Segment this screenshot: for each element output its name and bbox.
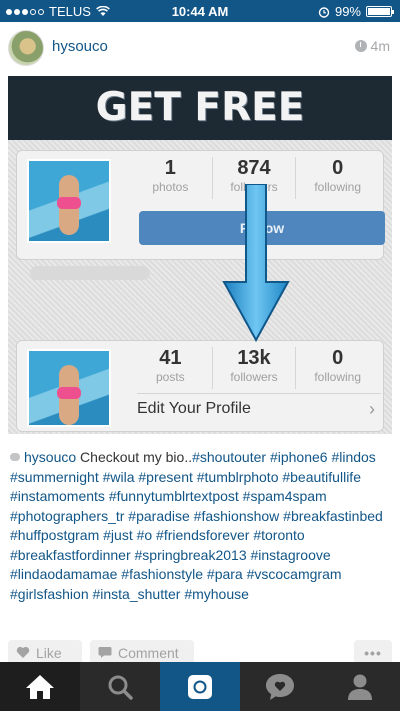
post-caption: hysouco Checkout my bio..#shoutouter #ip… — [10, 448, 392, 604]
post-time: 4m — [354, 38, 390, 54]
caption-username[interactable]: hysouco — [24, 449, 76, 465]
alarm-icon — [318, 6, 330, 18]
profile-card-after: 41 posts 13k followers 0 following Edit … — [16, 340, 384, 432]
tab-camera[interactable] — [160, 662, 240, 711]
chevron-right-icon: › — [369, 399, 375, 419]
tab-profile[interactable] — [320, 662, 400, 711]
avatar[interactable] — [8, 30, 44, 66]
stat-following: 0 following — [295, 347, 379, 389]
tab-activity[interactable] — [240, 662, 320, 711]
stats-after: 41 posts 13k followers 0 following — [129, 347, 379, 389]
post-photo[interactable]: GET FREE FOLLOWERS 1 photos 874 follower… — [8, 76, 392, 434]
arrow-down-icon — [222, 184, 290, 343]
caption-text: Checkout my bio.. — [80, 449, 193, 465]
post-time-label: 4m — [370, 38, 390, 54]
battery-icon — [366, 6, 394, 17]
tab-search[interactable] — [80, 662, 160, 711]
post-username[interactable]: hysouco — [52, 38, 108, 55]
comment-icon — [98, 647, 112, 658]
profile-thumbnail — [27, 159, 111, 243]
blurred-text — [30, 266, 150, 280]
comment-bubble-icon — [10, 453, 20, 461]
tab-home[interactable] — [0, 662, 80, 711]
home-icon — [26, 674, 54, 699]
tab-bar — [0, 662, 400, 711]
search-icon — [108, 675, 133, 700]
caption-hashtags[interactable]: #shoutouter #iphone6 #lindos #summernigh… — [10, 449, 383, 602]
heart-icon — [16, 646, 30, 658]
stat-followers: 13k followers — [211, 347, 296, 389]
status-bar: TELUS 10:44 AM 99% — [0, 0, 400, 22]
stat-following: 0 following — [295, 157, 379, 199]
profile-icon — [348, 674, 372, 700]
profile-thumbnail — [27, 349, 111, 427]
status-right: 99% — [318, 4, 394, 19]
edit-profile-label: Edit Your Profile › — [137, 393, 381, 423]
post-header: hysouco 4m — [0, 22, 400, 72]
stat-posts: 41 posts — [155, 347, 185, 384]
battery-percent: 99% — [334, 4, 361, 19]
stat-photos: 1 photos — [152, 157, 189, 194]
camera-icon — [188, 674, 212, 699]
activity-icon — [266, 673, 294, 700]
clock-icon — [354, 40, 367, 52]
photo-banner: GET FREE FOLLOWERS — [8, 76, 392, 194]
profile-card-before: 1 photos 874 followers 0 following Follo… — [16, 150, 385, 260]
